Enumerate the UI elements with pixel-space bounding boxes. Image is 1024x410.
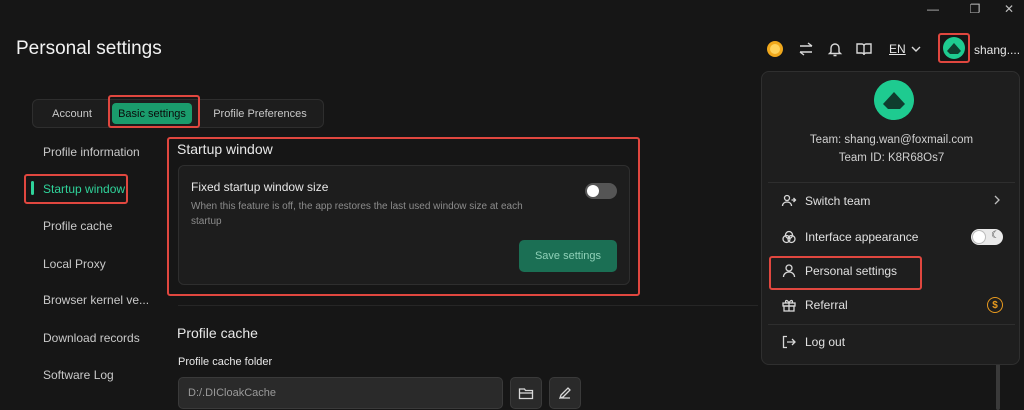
menu-item-log-out[interactable]: Log out	[770, 329, 1013, 355]
moon-icon: ☾	[991, 230, 1000, 241]
save-settings-button[interactable]: Save settings	[519, 240, 617, 272]
referral-badge: $	[987, 297, 1003, 313]
switch-team-icon	[780, 192, 798, 210]
dropdown-divider	[768, 182, 1015, 183]
title-bar: — ❐ ✕	[0, 0, 1024, 18]
fixed-window-label: Fixed startup window size	[191, 180, 329, 194]
switch-team-label: Switch team	[805, 194, 871, 208]
coin-icon	[767, 41, 783, 57]
avatar-icon	[943, 37, 965, 59]
active-indicator	[31, 181, 34, 195]
pencil-icon	[558, 387, 571, 400]
menu-item-personal-settings[interactable]: Personal settings	[770, 258, 1013, 284]
switch-icon	[799, 42, 813, 56]
toggle-knob	[587, 185, 599, 197]
scrollbar[interactable]	[996, 360, 1000, 410]
chevron-right-icon	[991, 193, 1003, 210]
minimize-button[interactable]: —	[918, 0, 948, 18]
dropdown-avatar	[874, 80, 914, 120]
language-label: EN	[889, 42, 906, 56]
tab-profile-preferences[interactable]: Profile Preferences	[201, 100, 319, 127]
cache-section-title: Profile cache	[177, 325, 258, 341]
dropdown-divider	[768, 324, 1015, 325]
book-icon	[856, 43, 872, 56]
close-icon: ✕	[1003, 2, 1015, 16]
settings-tabs: Account Basic settings Profile Preferenc…	[32, 99, 324, 128]
fixed-window-toggle[interactable]	[585, 183, 617, 199]
bell-icon	[827, 43, 843, 57]
log-out-label: Log out	[805, 335, 846, 349]
folder-open-icon	[518, 388, 534, 400]
close-window-button[interactable]: ✕	[994, 0, 1024, 18]
logout-icon	[780, 333, 798, 351]
sidebar-item-download-records[interactable]: Download records	[43, 331, 140, 345]
sidebar-item-software-log[interactable]: Software Log	[43, 368, 114, 382]
user-icon	[780, 262, 798, 280]
team-id: Team ID: K8R68Os7	[838, 152, 945, 164]
sidebar-item-profile-cache[interactable]: Profile cache	[43, 219, 112, 233]
team-email: Team: shang.wan@foxmail.com	[809, 134, 974, 146]
fixed-window-description: When this feature is off, the app restor…	[191, 201, 523, 227]
dollar-icon: $	[987, 297, 1003, 313]
avatar-icon	[874, 80, 914, 120]
docs-button[interactable]	[853, 38, 875, 60]
user-dropdown-menu: Team: shang.wan@foxmail.com Team ID: K8R…	[761, 71, 1020, 365]
menu-item-switch-team[interactable]: Switch team	[770, 188, 1013, 214]
sidebar-item-browser-kernel[interactable]: Browser kernel ve...	[43, 293, 149, 307]
menu-item-referral[interactable]: Referral $	[770, 292, 1013, 318]
sidebar-item-profile-information[interactable]: Profile information	[43, 145, 140, 159]
tab-basic-settings[interactable]: Basic settings	[112, 103, 192, 124]
gift-icon	[780, 296, 798, 314]
edit-folder-button[interactable]	[549, 377, 581, 409]
personal-settings-label: Personal settings	[805, 264, 898, 278]
coin-button[interactable]	[764, 38, 786, 60]
referral-label: Referral	[805, 298, 848, 312]
page-title: Personal settings	[16, 38, 162, 59]
language-selector[interactable]: EN	[889, 42, 922, 56]
section-divider	[178, 305, 758, 306]
interface-appearance-label: Interface appearance	[805, 230, 919, 244]
maximize-icon: ❐	[969, 2, 981, 16]
startup-section-title: Startup window	[177, 141, 273, 157]
username: shang....	[974, 43, 1021, 57]
sidebar-item-startup-window[interactable]: Startup window	[43, 182, 125, 196]
tab-account[interactable]: Account	[37, 100, 107, 127]
notification-button[interactable]	[824, 38, 846, 60]
browse-folder-button[interactable]	[510, 377, 542, 409]
sidebar-item-local-proxy[interactable]: Local Proxy	[43, 257, 106, 271]
minimize-icon: —	[927, 2, 939, 16]
user-avatar-button[interactable]	[938, 33, 970, 63]
startup-card: Fixed startup window size When this feat…	[178, 165, 630, 285]
theme-toggle[interactable]: ☾	[971, 229, 1003, 245]
menu-item-interface-appearance[interactable]: Interface appearance ☾	[770, 224, 1013, 250]
chevron-down-icon	[911, 46, 921, 52]
cache-folder-input[interactable]: D:/.DICloakCache	[178, 377, 503, 409]
switch-button[interactable]	[795, 38, 817, 60]
cache-folder-label: Profile cache folder	[178, 356, 273, 368]
maximize-button[interactable]: ❐	[960, 0, 990, 18]
palette-icon	[780, 228, 798, 246]
theme-toggle-knob	[973, 231, 985, 243]
